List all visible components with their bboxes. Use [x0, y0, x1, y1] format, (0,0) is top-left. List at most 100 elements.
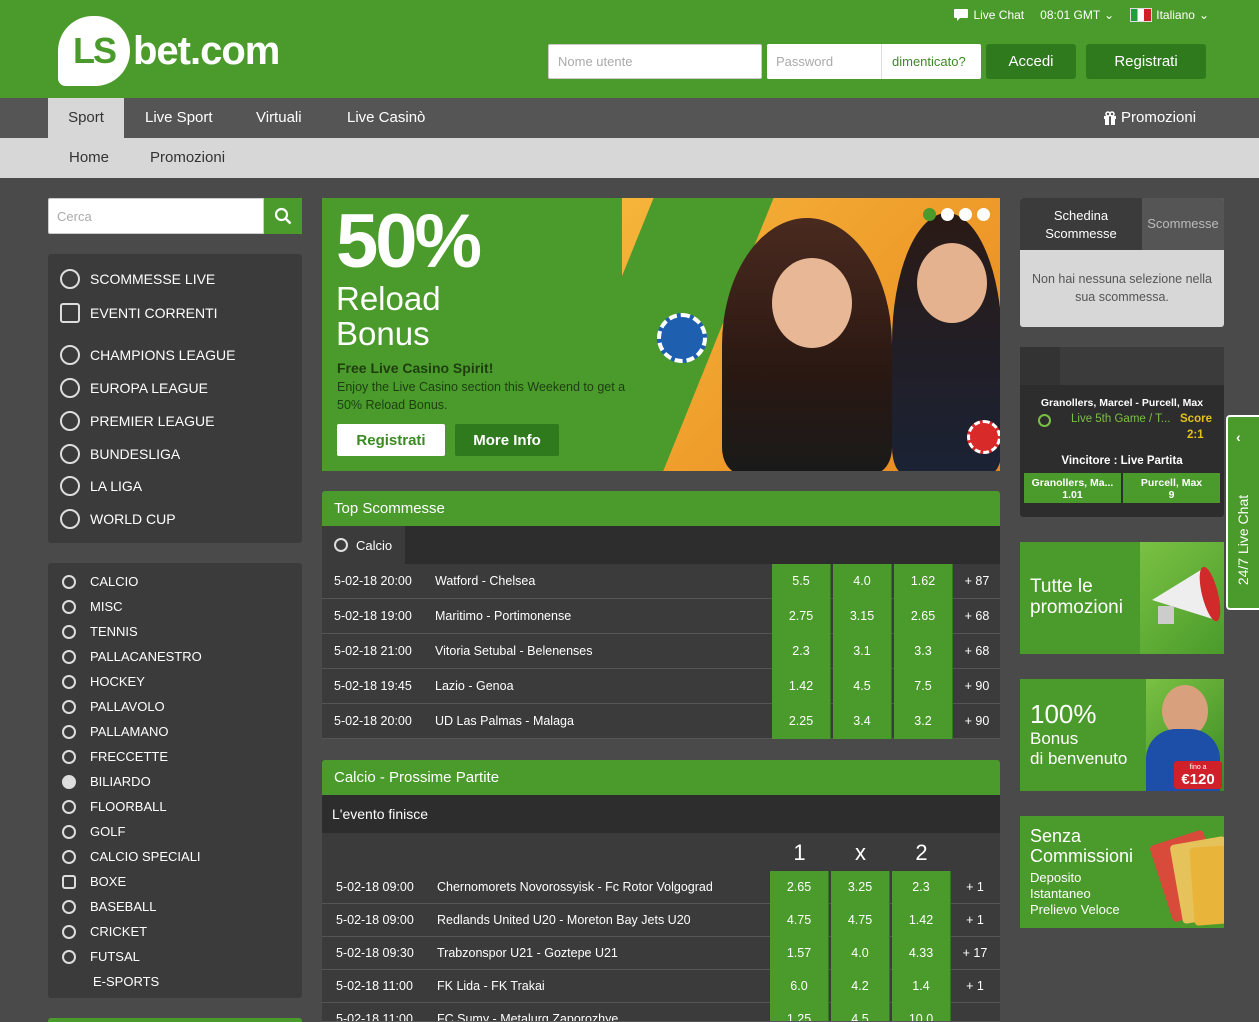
- more-markets[interactable]: + 87: [954, 564, 1000, 599]
- odd-away[interactable]: 1.42: [892, 904, 951, 937]
- sport-boxe[interactable]: BOXE: [62, 874, 126, 889]
- time-selector[interactable]: 08:01 GMT ⌄: [1040, 8, 1114, 22]
- more-markets[interactable]: + 1: [952, 970, 998, 1003]
- sport-freccette[interactable]: FRECCETTE: [62, 749, 168, 764]
- menu-world-cup[interactable]: WORLD CUP: [60, 509, 176, 529]
- odd-away[interactable]: 2.65: [894, 599, 953, 634]
- sport-pallamano[interactable]: PALLAMANO: [62, 724, 169, 739]
- odd-away[interactable]: 1.4: [892, 970, 951, 1003]
- odd-draw[interactable]: 3.4: [833, 704, 892, 739]
- promo-welcome-bonus[interactable]: fino a €120 100% Bonus di benvenuto: [1020, 679, 1224, 791]
- nav-virtuali[interactable]: Virtuali: [256, 98, 302, 138]
- odd-home[interactable]: 1.25: [770, 1003, 829, 1021]
- password-input[interactable]: Password: [767, 44, 881, 79]
- odd-home[interactable]: 2.75: [772, 599, 831, 634]
- odd-away[interactable]: 10.0: [892, 1003, 951, 1021]
- odd-away[interactable]: 4.33: [892, 937, 951, 970]
- promo-banner[interactable]: 50% Reload Bonus Free Live Casino Spirit!…: [322, 198, 1000, 471]
- live-selection-1[interactable]: Granollers, Ma... 1.01: [1024, 473, 1121, 503]
- carousel-dot[interactable]: [959, 208, 972, 221]
- carousel-dot[interactable]: [941, 208, 954, 221]
- promo-no-fees[interactable]: Senza Commissioni Deposito Istantaneo Preli…: [1020, 816, 1224, 928]
- register-button[interactable]: Registrati: [1086, 44, 1206, 79]
- nav-promotions[interactable]: Promozioni: [1103, 98, 1196, 138]
- banner-more-info-button[interactable]: More Info: [455, 424, 559, 456]
- odd-home[interactable]: 6.0: [770, 970, 829, 1003]
- odd-home[interactable]: 4.75: [770, 904, 829, 937]
- odd-draw[interactable]: 3.15: [833, 599, 892, 634]
- event-match[interactable]: Trabzonspor U21 - Goztepe U21: [437, 937, 618, 970]
- odd-away[interactable]: 7.5: [894, 669, 953, 704]
- sport-baseball[interactable]: BASEBALL: [62, 899, 157, 914]
- nav-live-sport[interactable]: Live Sport: [145, 98, 213, 138]
- odd-away[interactable]: 3.3: [894, 634, 953, 669]
- menu-la-liga[interactable]: LA LIGA: [60, 476, 142, 496]
- more-markets[interactable]: + 90: [954, 669, 1000, 704]
- carousel-dot[interactable]: [977, 208, 990, 221]
- more-markets[interactable]: + 90: [954, 704, 1000, 739]
- banner-register-button[interactable]: Registrati: [337, 424, 445, 456]
- sport-hockey[interactable]: HOCKEY: [62, 674, 145, 689]
- betslip-tab-active[interactable]: Schedina Scommesse: [1020, 198, 1142, 250]
- odd-draw[interactable]: 4.0: [831, 937, 890, 970]
- sport-tennis[interactable]: TENNIS: [62, 624, 138, 639]
- sport-biliardo[interactable]: BILIARDO: [62, 774, 151, 789]
- nav-sport[interactable]: Sport: [48, 98, 124, 138]
- event-match[interactable]: Lazio - Genoa: [435, 669, 514, 704]
- sport-calcio[interactable]: CALCIO: [62, 574, 138, 589]
- more-markets[interactable]: + 1: [952, 904, 998, 937]
- menu-premier-league[interactable]: PREMIER LEAGUE: [60, 411, 214, 431]
- betslip-tab-scommesse[interactable]: Scommesse: [1142, 198, 1224, 250]
- subnav-promozioni[interactable]: Promozioni: [150, 138, 225, 178]
- odd-home[interactable]: 5.5: [772, 564, 831, 599]
- sport-calcio-speciali[interactable]: CALCIO SPECIALI: [62, 849, 201, 864]
- event-match[interactable]: Redlands United U20 - Moreton Bay Jets U…: [437, 904, 691, 937]
- sport-futsal[interactable]: FUTSAL: [62, 949, 140, 964]
- odd-draw[interactable]: 4.5: [833, 669, 892, 704]
- nav-live-casino[interactable]: Live Casinò: [347, 98, 425, 138]
- login-button[interactable]: Accedi: [986, 44, 1076, 79]
- sport-pallacanestro[interactable]: PALLACANESTRO: [62, 649, 202, 664]
- live-chat-link[interactable]: Live Chat: [953, 8, 1024, 22]
- odd-away[interactable]: 3.2: [894, 704, 953, 739]
- odd-draw[interactable]: 3.1: [833, 634, 892, 669]
- odd-home[interactable]: 1.42: [772, 669, 831, 704]
- more-markets[interactable]: + 17: [952, 937, 998, 970]
- odd-home[interactable]: 2.3: [772, 634, 831, 669]
- odd-home[interactable]: 1.57: [770, 937, 829, 970]
- odd-draw[interactable]: 4.0: [833, 564, 892, 599]
- odd-away[interactable]: 1.62: [894, 564, 953, 599]
- sport-pallavolo[interactable]: PALLAVOLO: [62, 699, 165, 714]
- tab-calcio[interactable]: Calcio: [322, 526, 405, 564]
- menu-europa-league[interactable]: EUROPA LEAGUE: [60, 378, 208, 398]
- menu-champions-league[interactable]: CHAMPIONS LEAGUE: [60, 345, 235, 365]
- event-match[interactable]: UD Las Palmas - Malaga: [435, 704, 574, 739]
- odd-draw[interactable]: 4.5: [831, 1003, 890, 1021]
- event-match[interactable]: FC Sumy - Metalurg Zaporozhye: [437, 1003, 618, 1021]
- forgot-password-link[interactable]: dimenticato?: [881, 44, 976, 79]
- odd-away[interactable]: 2.3: [892, 871, 951, 904]
- menu-scommesse-live[interactable]: SCOMMESSE LIVE: [60, 269, 215, 289]
- odd-draw[interactable]: 3.25: [831, 871, 890, 904]
- username-input[interactable]: Nome utente: [548, 44, 762, 79]
- event-match[interactable]: Vitoria Setubal - Belenenses: [435, 634, 593, 669]
- event-match[interactable]: Chernomorets Novorossyisk - Fc Rotor Vol…: [437, 871, 713, 904]
- sport-golf[interactable]: GOLF: [62, 824, 125, 839]
- subnav-home[interactable]: Home: [69, 138, 109, 178]
- sport-floorball[interactable]: FLOORBALL: [62, 799, 167, 814]
- sport-e-sports[interactable]: E-SPORTS: [93, 974, 159, 989]
- live-chat-side-tab[interactable]: ‹ 24/7 Live Chat: [1226, 415, 1259, 610]
- promo-all-promotions[interactable]: Tutte le promozioni: [1020, 542, 1224, 654]
- live-selection-2[interactable]: Purcell, Max 9: [1123, 473, 1220, 503]
- search-input[interactable]: Cerca: [48, 198, 264, 234]
- event-match[interactable]: FK Lida - FK Trakai: [437, 970, 545, 1003]
- menu-bundesliga[interactable]: BUNDESLIGA: [60, 444, 180, 464]
- sport-misc[interactable]: MISC: [62, 599, 123, 614]
- more-markets[interactable]: + 1: [952, 871, 998, 904]
- odd-draw[interactable]: 4.2: [831, 970, 890, 1003]
- odd-draw[interactable]: 4.75: [831, 904, 890, 937]
- event-match[interactable]: Maritimo - Portimonense: [435, 599, 571, 634]
- carousel-dot-active[interactable]: [923, 208, 936, 221]
- sport-cricket[interactable]: CRICKET: [62, 924, 147, 939]
- search-button[interactable]: [264, 198, 302, 234]
